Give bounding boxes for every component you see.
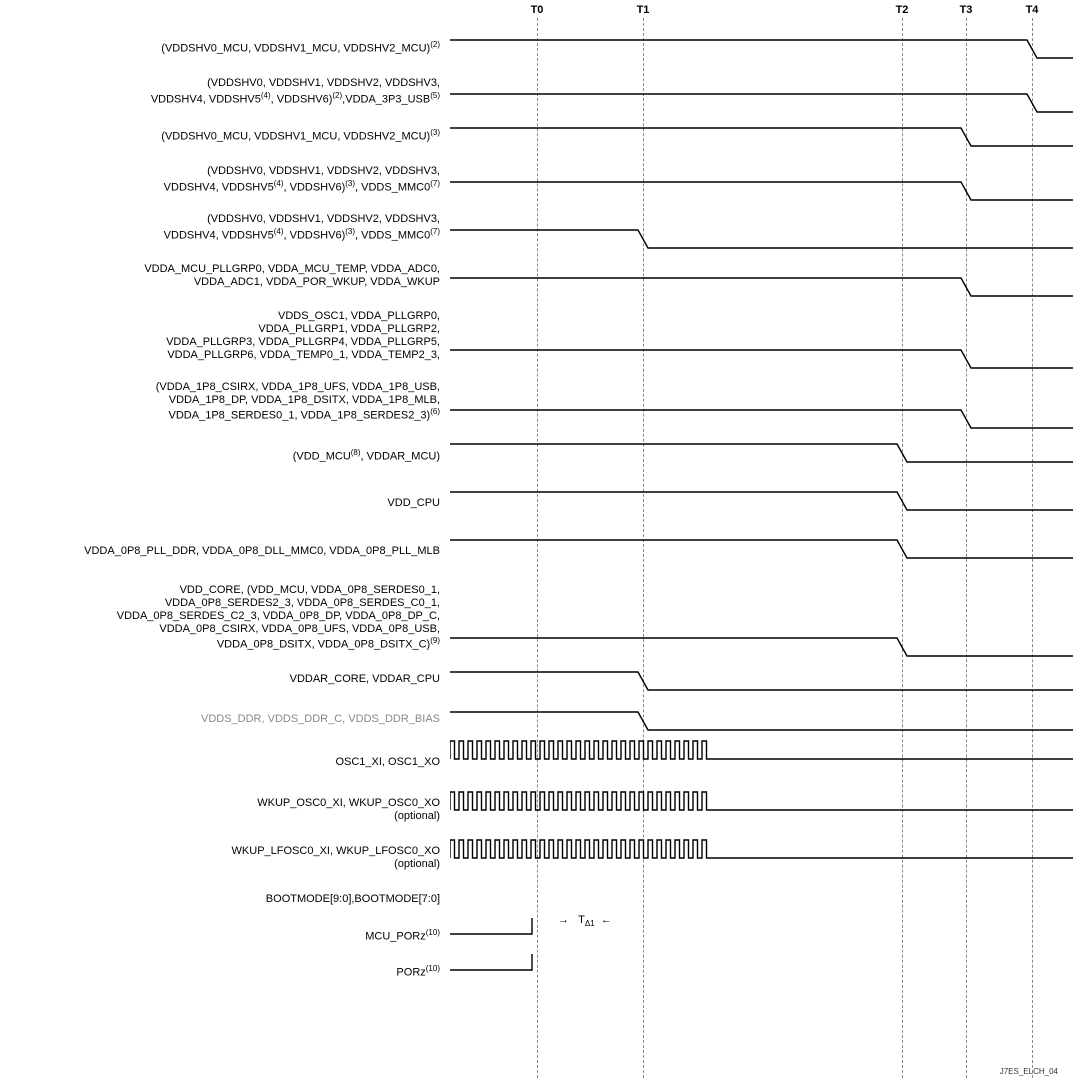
wave-area: [450, 372, 1078, 432]
wave-area: [450, 116, 1078, 156]
signal-label: (VDDA_1P8_CSIRX, VDDA_1P8_UFS, VDDA_1P8_…: [0, 381, 450, 423]
wave-area: [450, 576, 1078, 660]
time-marker-T1: T1: [637, 4, 650, 16]
wave-area: [450, 432, 1078, 480]
wave-area: [450, 204, 1078, 252]
signal-label: (VDDSHV0, VDDSHV1, VDDSHV2, VDDSHV3,VDDS…: [0, 165, 450, 194]
time-marker-T2: T2: [896, 4, 909, 16]
wave-area: [450, 834, 1078, 882]
signal-label: (VDDSHV0_MCU, VDDSHV1_MCU, VDDSHV2_MCU)(…: [0, 128, 450, 144]
signal-label: VDDS_OSC1, VDDA_PLLGRP0,VDDA_PLLGRP1, VD…: [0, 310, 450, 363]
signal-row-0: (VDDSHV0_MCU, VDDSHV1_MCU, VDDSHV2_MCU)(…: [0, 28, 1078, 68]
signal-row-15: WKUP_OSC0_XI, WKUP_OSC0_XO(optional): [0, 786, 1078, 834]
signal-row-11: VDD_CORE, (VDD_MCU, VDDA_0P8_SERDES0_1,V…: [0, 576, 1078, 660]
signal-label: (VDDSHV0_MCU, VDDSHV1_MCU, VDDSHV2_MCU)(…: [0, 40, 450, 56]
wave-area: [450, 528, 1078, 576]
wave-area: → TΔ1 ←: [450, 918, 1078, 954]
signal-label: VDDS_DDR, VDDS_DDR_C, VDDS_DDR_BIAS: [0, 713, 450, 726]
signal-label: BOOTMODE[9:0],BOOTMODE[7:0]: [0, 893, 450, 906]
wave-area: [450, 882, 1078, 918]
wave-area: [450, 700, 1078, 740]
delta-arrow: → TΔ1 ←: [558, 914, 612, 928]
signal-row-9: VDD_CPU: [0, 480, 1078, 528]
signal-row-3: (VDDSHV0, VDDSHV1, VDDSHV2, VDDSHV3,VDDS…: [0, 156, 1078, 204]
wave-area: [450, 300, 1078, 372]
signal-label: VDDA_0P8_PLL_DDR, VDDA_0P8_DLL_MMC0, VDD…: [0, 545, 450, 558]
signal-row-14: OSC1_XI, OSC1_XO: [0, 740, 1078, 786]
signal-row-13: VDDS_DDR, VDDS_DDR_C, VDDS_DDR_BIAS: [0, 700, 1078, 740]
wave-area: [450, 68, 1078, 116]
signal-label: (VDD_MCU(8), VDDAR_MCU): [0, 448, 450, 464]
time-marker-T4: T4: [1026, 4, 1039, 16]
signal-label: VDD_CPU: [0, 497, 450, 510]
signal-row-18: MCU_PORz(10)→ TΔ1 ←: [0, 918, 1078, 954]
signal-label: VDDA_MCU_PLLGRP0, VDDA_MCU_TEMP, VDDA_AD…: [0, 263, 450, 289]
wave-area: [450, 28, 1078, 68]
wave-area: [450, 156, 1078, 204]
signal-label: MCU_PORz(10): [0, 928, 450, 944]
signal-row-19: PORz(10): [0, 954, 1078, 990]
signal-label: VDDAR_CORE, VDDAR_CPU: [0, 673, 450, 686]
signal-label: (VDDSHV0, VDDSHV1, VDDSHV2, VDDSHV3,VDDS…: [0, 213, 450, 242]
signal-row-17: BOOTMODE[9:0],BOOTMODE[7:0]: [0, 882, 1078, 918]
time-label-row: T0 T1 T2 T3 T4: [0, 4, 1078, 24]
signal-label: OSC1_XI, OSC1_XO: [0, 756, 450, 769]
signal-row-4: (VDDSHV0, VDDSHV1, VDDSHV2, VDDSHV3,VDDS…: [0, 204, 1078, 252]
signal-label: VDD_CORE, (VDD_MCU, VDDA_0P8_SERDES0_1,V…: [0, 584, 450, 653]
signal-row-12: VDDAR_CORE, VDDAR_CPU: [0, 660, 1078, 700]
signal-row-5: VDDA_MCU_PLLGRP0, VDDA_MCU_TEMP, VDDA_AD…: [0, 252, 1078, 300]
wave-area: [450, 480, 1078, 528]
timing-diagram: T0 T1 T2 T3 T4 (VDDSHV0_MCU, VDDSHV1_MCU, VD…: [0, 0, 1078, 1084]
signal-row-16: WKUP_LFOSC0_XI, WKUP_LFOSC0_XO(optional): [0, 834, 1078, 882]
signal-row-1: (VDDSHV0, VDDSHV1, VDDSHV2, VDDSHV3,VDDS…: [0, 68, 1078, 116]
signal-row-2: (VDDSHV0_MCU, VDDSHV1_MCU, VDDSHV2_MCU)(…: [0, 116, 1078, 156]
wave-area: [450, 660, 1078, 700]
signal-row-10: VDDA_0P8_PLL_DDR, VDDA_0P8_DLL_MMC0, VDD…: [0, 528, 1078, 576]
wave-area: [450, 786, 1078, 834]
wave-area: [450, 740, 1078, 786]
signal-label: WKUP_OSC0_XI, WKUP_OSC0_XO(optional): [0, 797, 450, 823]
signal-row-6: VDDS_OSC1, VDDA_PLLGRP0,VDDA_PLLGRP1, VD…: [0, 300, 1078, 372]
signal-rows: (VDDSHV0_MCU, VDDSHV1_MCU, VDDSHV2_MCU)(…: [0, 28, 1078, 990]
signal-label: (VDDSHV0, VDDSHV1, VDDSHV2, VDDSHV3,VDDS…: [0, 77, 450, 106]
time-marker-T3: T3: [960, 4, 973, 16]
wave-area: [450, 252, 1078, 300]
time-marker-T0: T0: [531, 4, 544, 16]
signal-row-8: (VDD_MCU(8), VDDAR_MCU): [0, 432, 1078, 480]
wave-area: [450, 954, 1078, 990]
signal-label: PORz(10): [0, 964, 450, 980]
signal-label: WKUP_LFOSC0_XI, WKUP_LFOSC0_XO(optional): [0, 845, 450, 871]
footer-id: J7ES_ELCH_04: [1000, 1067, 1058, 1076]
signal-row-7: (VDDA_1P8_CSIRX, VDDA_1P8_UFS, VDDA_1P8_…: [0, 372, 1078, 432]
